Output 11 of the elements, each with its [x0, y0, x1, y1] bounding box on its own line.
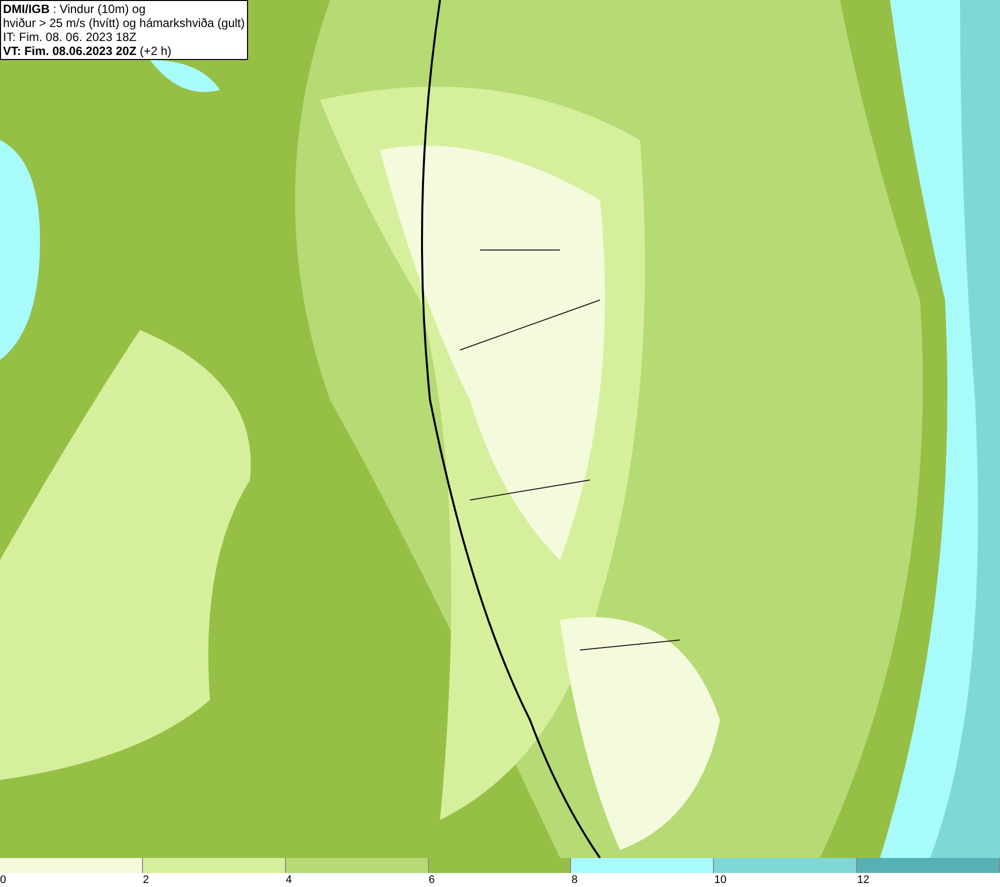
legend-label: 12: [857, 873, 870, 887]
legend-label: 4: [286, 873, 292, 887]
legend-label: 2: [142, 873, 149, 887]
header-line: IT: Fim. 08. 06. 2023 18Z: [3, 30, 138, 44]
legend-label: 10: [714, 873, 727, 887]
legend-label: 6: [428, 873, 435, 887]
legend-label: 8: [571, 873, 578, 887]
header-line: hviður > 25 m/s (hvítt) og hámarkshviða (gult): [3, 16, 245, 30]
header-line: VT: Fim. 08.06.2023 20Z (+2 h): [3, 44, 172, 58]
legend-label: 0: [0, 873, 6, 887]
header-line: DMI/IGB : Vindur (10m) og: [3, 2, 146, 16]
